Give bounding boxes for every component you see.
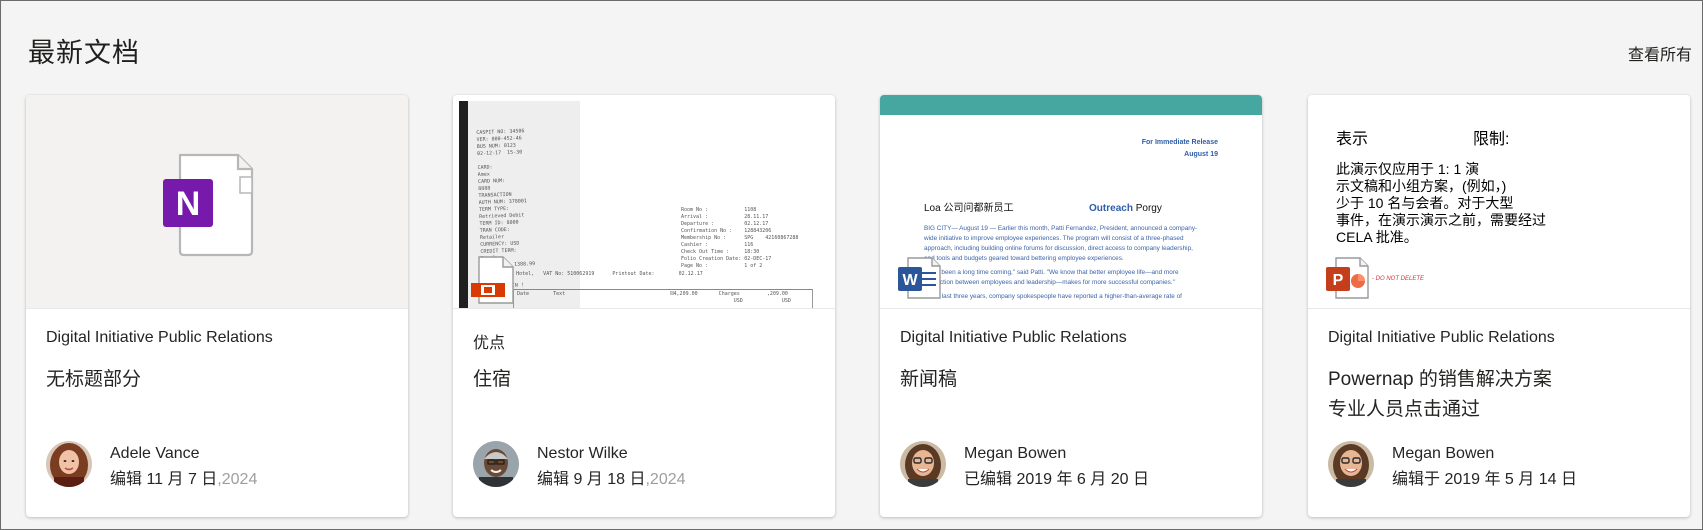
- press-body-line: wide initiative to improve employee expe…: [924, 235, 1184, 242]
- press-body-line: approach, including building online foru…: [924, 245, 1193, 252]
- press-body-line: It has been a long time coming," said Pa…: [924, 269, 1179, 276]
- document-card[interactable]: 表示 限制: 此演示仅应用于 1: 1 演 示文稿和小组方案，(例如，) 少于 …: [1308, 95, 1690, 517]
- press-body-line: interaction between employees and leader…: [924, 279, 1175, 286]
- document-header-band: [880, 95, 1262, 115]
- author-name: Adele Vance: [110, 445, 200, 462]
- slide-text-line: 事件，在演示演示之前，需要经过: [1336, 212, 1546, 228]
- avatar: [1328, 441, 1374, 487]
- edited-date: 编辑于 2019 年 5 月 14 日: [1392, 465, 1577, 489]
- recent-documents-panel: 最新文档 查看所有 N Digital Initiative Public Re…: [0, 0, 1703, 530]
- section-title: 最新文档: [28, 38, 140, 68]
- slide-label-left: 表示: [1336, 131, 1369, 148]
- document-name[interactable]: Powernap 的销售解决方案 专业人员点击通过: [1328, 365, 1668, 425]
- press-body: BIG CITY— August 19 — Earlier this month…: [924, 224, 1244, 302]
- avatar: [900, 441, 946, 487]
- slide-label-right: 限制:: [1473, 131, 1510, 148]
- scan-edge: [459, 101, 468, 308]
- document-name-line: 住宿: [473, 369, 512, 390]
- word-icon: W: [898, 257, 941, 299]
- document-thumbnail: 表示 限制: 此演示仅应用于 1: 1 演 示文稿和小组方案，(例如，) 少于 …: [1308, 95, 1690, 309]
- document-name-line: 专业人员点击通过: [1328, 399, 1481, 420]
- edited-year: ,2024: [217, 471, 258, 488]
- document-thumbnail: For Immediate Release August 19 Loa 公司问都…: [880, 95, 1262, 309]
- avatar: [473, 441, 519, 487]
- edited-date: 编辑 9 月 18 日,2024: [537, 465, 686, 489]
- avatar: [46, 441, 92, 487]
- headline-right: Porgy: [1135, 203, 1162, 214]
- site-name: Digital Initiative Public Relations: [46, 329, 273, 346]
- author-name: Megan Bowen: [964, 445, 1067, 462]
- edited-date-text: 编辑 9 月 18 日: [537, 471, 646, 488]
- author-name: Megan Bowen: [1392, 445, 1495, 462]
- document-name[interactable]: 住宿: [473, 365, 813, 395]
- author-name: Nestor Wilke: [537, 445, 628, 462]
- site-name: Digital Initiative Public Relations: [900, 329, 1127, 346]
- headline-left: Loa 公司问都新员工: [924, 203, 1014, 214]
- document-name-line: 新闻稿: [900, 369, 958, 390]
- see-all-link[interactable]: 查看所有: [1628, 41, 1692, 65]
- press-body-line: BIG CITY— August 19 — Earlier this month…: [924, 225, 1198, 232]
- document-thumbnail: CASPIT NO: 34506 VER: 000-452-46 BUS NUM…: [453, 95, 835, 309]
- document-card[interactable]: CASPIT NO: 34506 VER: 000-452-46 BUS NUM…: [453, 95, 835, 517]
- slide-text-line: 示文稿和小组方案，(例如，): [1336, 178, 1507, 194]
- svg-text:W: W: [902, 272, 918, 289]
- receipt-table-text: Date Text ₪4,209.00 Charges ,209.00 USD …: [517, 291, 791, 304]
- svg-text:P: P: [1333, 272, 1344, 289]
- edited-date-text: 已编辑 2019 年 6 月 20 日: [964, 471, 1149, 488]
- press-headline: Loa 公司问都新员工 Outreach Porgy: [924, 199, 1162, 214]
- image-file-icon: [471, 256, 514, 304]
- slide-stamp: - DO NOT DELETE: [1372, 276, 1425, 282]
- svg-text:N: N: [176, 185, 201, 223]
- slide-text-line: CELA 批准。: [1336, 229, 1418, 245]
- slide-text-line: 此演示仅应用于 1: 1 演: [1336, 161, 1480, 177]
- headline-bold: Outreach: [1089, 203, 1133, 214]
- onenote-icon: N: [163, 153, 254, 257]
- document-thumbnail: N: [26, 95, 408, 309]
- press-body-line: In the last three years, company spokesp…: [924, 293, 1182, 300]
- document-name-line: Powernap 的销售解决方案: [1328, 369, 1552, 390]
- edited-date: 编辑 11 月 7 日,2024: [110, 465, 257, 489]
- document-name-line: 无标题部分: [46, 369, 142, 390]
- site-name: Digital Initiative Public Relations: [1328, 329, 1555, 346]
- site-name: 优点: [473, 335, 506, 352]
- press-release-date: August 19: [1184, 151, 1218, 158]
- edited-date: 已编辑 2019 年 6 月 20 日: [964, 465, 1149, 489]
- edited-date-text: 编辑于 2019 年 5 月 14 日: [1392, 471, 1577, 488]
- document-card[interactable]: For Immediate Release August 19 Loa 公司问都…: [880, 95, 1262, 517]
- press-release-header: For Immediate Release: [1141, 139, 1218, 146]
- document-name[interactable]: 无标题部分: [46, 365, 386, 395]
- document-card[interactable]: N Digital Initiative Public Relations 无标…: [26, 95, 408, 517]
- press-body-line: and tools and budgets geared toward bett…: [924, 255, 1124, 262]
- receipt-right-text: Room No : 1108 Arrival : 28.11.17 Depart…: [681, 207, 799, 269]
- edited-date-text: 编辑 11 月 7 日: [110, 471, 218, 488]
- edited-year: ,2024: [645, 471, 686, 488]
- slide-text-line: 少于 10 名与会者。对于大型: [1336, 195, 1514, 211]
- powerpoint-icon: P: [1326, 257, 1369, 299]
- receipt-bottom-text: Tel Aviv Hotel, VAT No: 510062919 Printo…: [489, 271, 703, 277]
- document-name[interactable]: 新闻稿: [900, 365, 1240, 395]
